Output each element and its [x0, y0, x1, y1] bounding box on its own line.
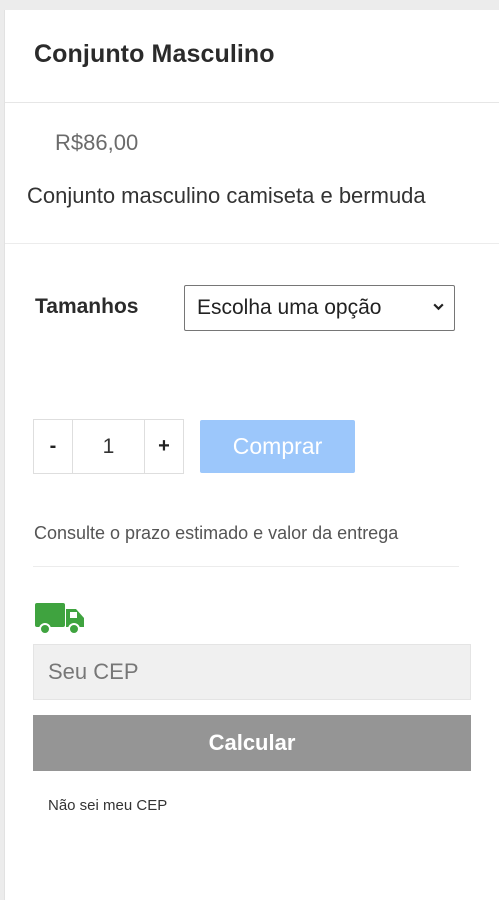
quantity-increase-button[interactable]: + — [145, 420, 183, 473]
quantity-decrease-button[interactable]: - — [34, 420, 72, 473]
product-price: R$86,00 — [55, 130, 139, 155]
size-label: Tamanhos — [35, 295, 139, 318]
divider — [5, 243, 499, 244]
title-row: Conjunto Masculino — [5, 10, 499, 103]
divider — [33, 566, 459, 567]
product-description: Conjunto masculino camiseta e bermuda — [27, 183, 426, 208]
product-card: Conjunto Masculino R$86,00 Conjunto masc… — [4, 10, 499, 900]
quantity-value[interactable]: 1 — [72, 420, 145, 473]
product-title: Conjunto Masculino — [34, 40, 275, 68]
unknown-cep-link[interactable]: Não sei meu CEP — [48, 797, 167, 814]
size-select-value: Escolha uma opção — [197, 296, 382, 319]
chevron-down-icon — [433, 303, 444, 311]
quantity-stepper: - 1 + — [33, 419, 184, 474]
size-select[interactable]: Escolha uma opção — [184, 285, 455, 331]
delivery-info-text: Consulte o prazo estimado e valor da ent… — [34, 523, 399, 543]
buy-button[interactable]: Comprar — [200, 420, 355, 473]
truck-icon — [35, 603, 84, 635]
calculate-button[interactable]: Calcular — [33, 715, 471, 771]
cep-input[interactable] — [33, 644, 471, 700]
